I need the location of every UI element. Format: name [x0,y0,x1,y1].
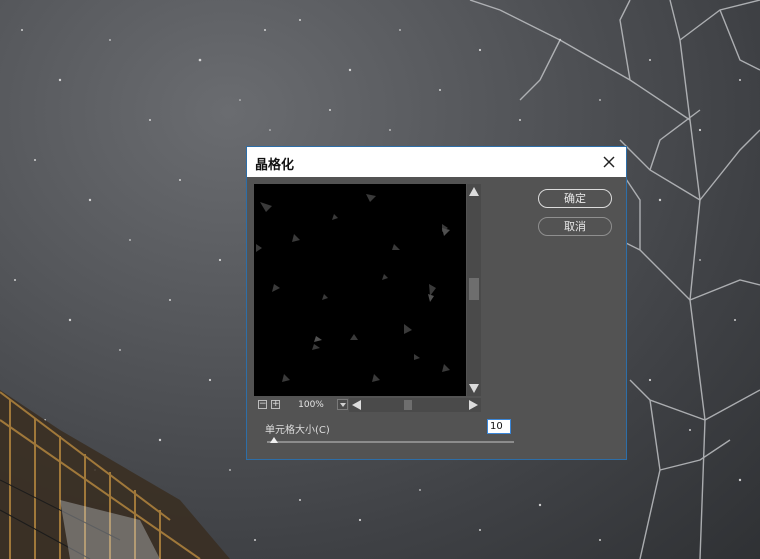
dialog-title: 晶格化 [255,158,295,173]
cell-size-slider-track[interactable] [267,441,514,443]
zoom-bar: − + 100% [254,398,481,412]
cell-size-label: 单元格大小(C) [265,425,330,436]
cell-size-slider-thumb[interactable] [270,437,279,443]
crystallize-dialog: 晶格化 − + 100% 确定 取消 单元格大小(C) 10 [246,146,627,460]
scroll-left-icon[interactable] [352,400,361,410]
zoom-dropdown-chevron-icon[interactable] [337,399,348,410]
zoom-level: 100% [298,400,324,410]
ok-button[interactable]: 确定 [538,189,612,208]
zoom-in-button[interactable]: + [271,400,280,409]
minus-icon: − [259,399,267,409]
zoom-out-button[interactable]: − [258,400,267,409]
preview-horizontal-scrollbar[interactable] [349,398,481,412]
scroll-up-icon[interactable] [469,187,479,196]
vertical-scroll-thumb[interactable] [469,278,479,300]
close-icon[interactable] [598,151,620,173]
horizontal-scroll-thumb[interactable] [404,400,412,410]
filter-preview[interactable] [254,184,466,396]
plus-icon: + [272,399,280,409]
dialog-titlebar: 晶格化 [247,147,626,177]
cancel-button[interactable]: 取消 [538,217,612,236]
preview-vertical-scrollbar[interactable] [467,184,481,396]
preview-crystal-shards [256,194,450,382]
scroll-right-icon[interactable] [469,400,478,410]
cell-size-input[interactable] [487,419,511,434]
scroll-down-icon[interactable] [469,384,479,393]
